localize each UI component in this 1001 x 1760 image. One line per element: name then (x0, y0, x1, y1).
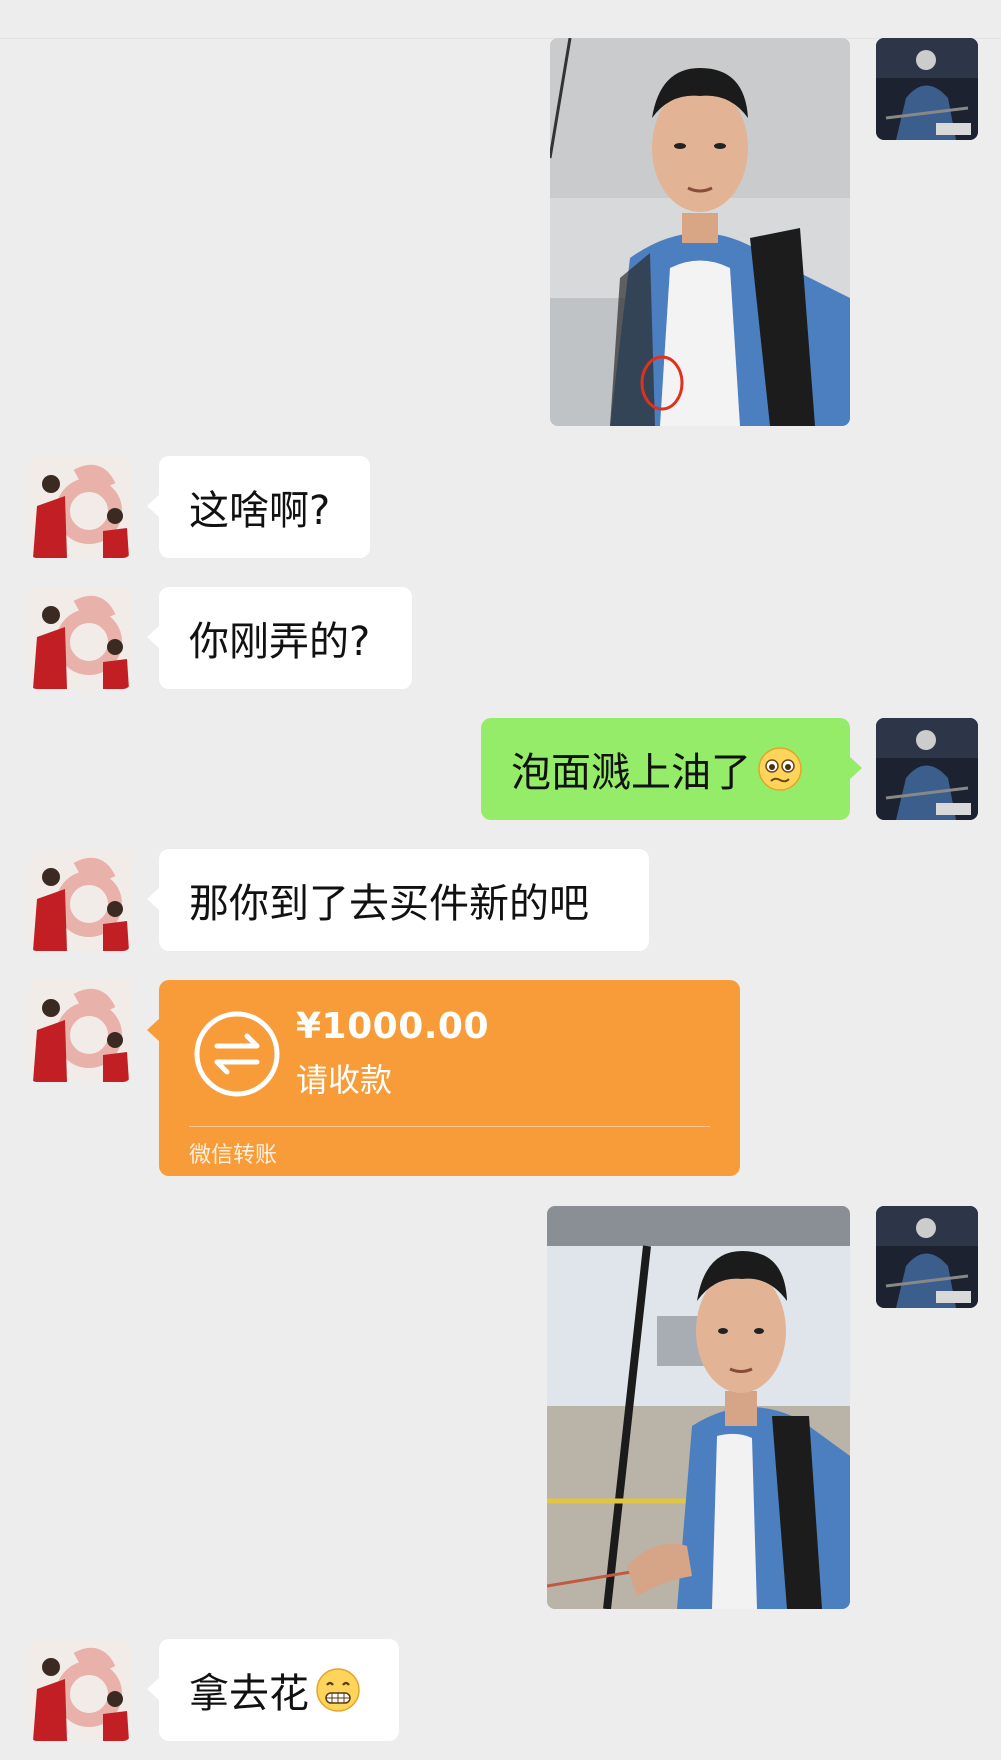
message-text: 那你到了去买件新的吧 (189, 881, 589, 927)
contact-avatar[interactable] (29, 587, 131, 689)
my-avatar[interactable] (876, 38, 978, 140)
message-text: 你刚弄的? (189, 619, 371, 665)
message-text: 这啥啊? (189, 488, 331, 534)
top-bar (0, 0, 1001, 39)
sent-photo-1[interactable] (550, 38, 850, 426)
divider (189, 1126, 710, 1127)
transfer-amount: ¥1000.00 (296, 1006, 490, 1047)
transfer-footer: 微信转账 (189, 1143, 278, 1168)
contact-avatar[interactable] (29, 456, 131, 558)
received-message: 你刚弄的? (147, 587, 412, 689)
message-text: 拿去花 (189, 1671, 309, 1717)
my-avatar[interactable] (876, 1206, 978, 1308)
my-avatar[interactable] (876, 718, 978, 820)
transfer-status: 请收款 (296, 1061, 393, 1099)
contact-avatar[interactable] (29, 980, 131, 1082)
sent-photo-2[interactable] (547, 1206, 850, 1609)
transfer-card[interactable]: ¥1000.00 请收款 微信转账 (147, 980, 740, 1176)
sent-message: 泡面溅上油了 (481, 718, 862, 820)
transfer-arrows-icon (194, 1011, 280, 1097)
received-message: 拿去花 (147, 1639, 399, 1741)
contact-avatar[interactable] (29, 1639, 131, 1741)
contact-avatar[interactable] (29, 849, 131, 951)
worried-face-icon (758, 747, 802, 791)
grinning-face-icon (316, 1668, 360, 1712)
message-text: 泡面溅上油了 (511, 750, 751, 796)
received-message: 这啥啊? (147, 456, 370, 558)
received-message: 那你到了去买件新的吧 (147, 849, 649, 951)
